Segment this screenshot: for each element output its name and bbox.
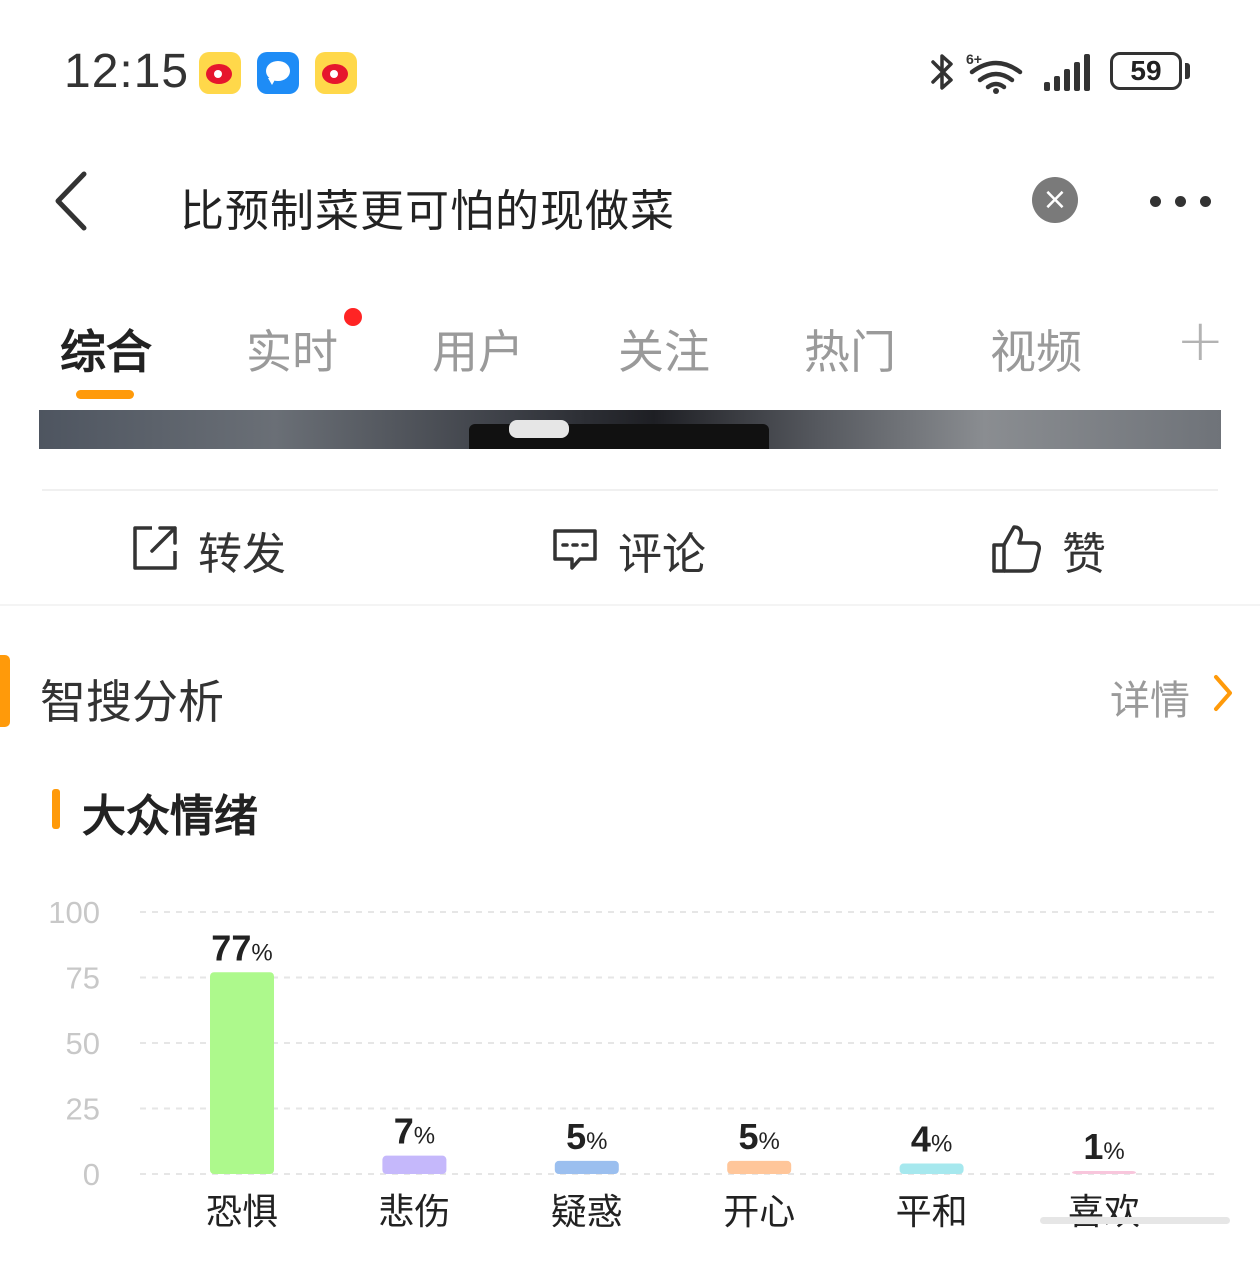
divider: [42, 489, 1218, 491]
add-tab-button[interactable]: +: [1176, 306, 1225, 374]
tab-video[interactable]: 视频: [990, 316, 1082, 382]
tab-users[interactable]: 用户: [432, 316, 524, 382]
repost-button[interactable]: 转发: [130, 518, 330, 580]
bar-2: [382, 1155, 447, 1174]
value-label: 5%: [739, 1116, 780, 1157]
details-link[interactable]: 详情: [1110, 668, 1190, 726]
thumbs-up-icon: [992, 525, 1041, 573]
signal-icon: [1044, 54, 1090, 91]
tab-hot[interactable]: 热门: [804, 316, 896, 382]
realtime-badge-dot: [344, 308, 362, 326]
message-icon: [257, 52, 299, 94]
repost-label: 转发: [198, 529, 286, 580]
section-divider: [0, 604, 1260, 606]
active-tab-indicator: [76, 390, 134, 399]
back-icon[interactable]: [48, 168, 92, 234]
y-tick-label: 0: [83, 1157, 100, 1192]
category-label: 喜欢: [1068, 1192, 1140, 1233]
status-time: 12:15: [64, 45, 190, 98]
clear-search-button[interactable]: ×: [1032, 177, 1078, 223]
value-label: 1%: [1083, 1126, 1124, 1167]
category-label: 恐惧: [206, 1192, 278, 1233]
network-label: 6+: [966, 51, 982, 67]
comment-icon: [553, 529, 597, 570]
y-tick-label: 100: [48, 895, 100, 930]
category-label: 平和: [896, 1192, 968, 1233]
home-indicator[interactable]: [1040, 1217, 1230, 1224]
comment-label: 评论: [618, 529, 706, 580]
y-tick-label: 75: [66, 961, 100, 996]
more-options-icon[interactable]: [1145, 186, 1225, 216]
tab-realtime[interactable]: 实时: [246, 316, 338, 382]
like-button[interactable]: 赞: [990, 518, 1130, 580]
category-label: 悲伤: [378, 1192, 450, 1233]
category-label: 开心: [723, 1192, 795, 1233]
value-label: 77%: [211, 927, 272, 968]
bar-4: [727, 1160, 792, 1174]
y-tick-label: 25: [66, 1092, 100, 1127]
subsection-accent: [52, 789, 60, 829]
comment-button[interactable]: 评论: [550, 518, 750, 580]
smart-search-title: 智搜分析: [40, 675, 224, 729]
bluetooth-icon: [931, 54, 953, 90]
weibo-icon: [199, 52, 241, 94]
y-tick-label: 50: [66, 1026, 100, 1061]
video-thumbnail[interactable]: [39, 410, 1221, 449]
value-label: 5%: [566, 1116, 607, 1157]
search-query[interactable]: 比预制菜更可怕的现做菜: [180, 175, 675, 239]
like-label: 赞: [1062, 529, 1106, 580]
emotion-title: 大众情绪: [82, 791, 258, 842]
battery-indicator: 59: [1110, 52, 1182, 90]
share-icon: [133, 526, 177, 570]
emotion-bar-chart: 0 25 50 75 100 77% 恐惧 7% 悲伤 5% 疑惑 5% 开心 4% 平和 1% 喜欢: [48, 895, 1215, 1233]
weibo-icon: [315, 52, 357, 94]
tab-following[interactable]: 关注: [618, 316, 710, 382]
category-label: 疑惑: [551, 1192, 623, 1233]
wifi-icon: 6+: [966, 51, 1023, 94]
value-label: 4%: [911, 1119, 952, 1160]
bar-1: [210, 972, 274, 1174]
bar-5: [899, 1163, 964, 1174]
tab-comprehensive[interactable]: 综合: [60, 316, 152, 382]
chevron-right-icon[interactable]: [1208, 673, 1236, 713]
value-label: 7%: [394, 1111, 435, 1152]
bar-6: [1072, 1171, 1136, 1174]
bar-3: [554, 1160, 619, 1174]
section-accent: [0, 655, 10, 727]
battery-tip: [1185, 63, 1190, 79]
